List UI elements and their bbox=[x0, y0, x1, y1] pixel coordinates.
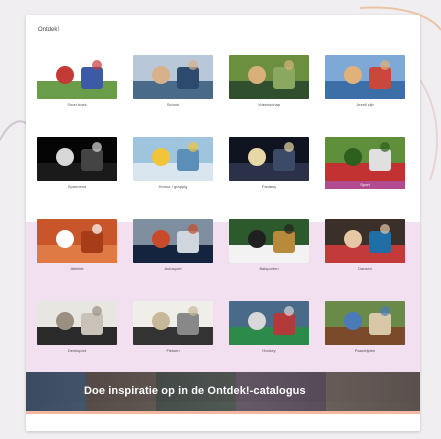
banner-text: Doe inspiratie op in de Ontdek!-catalogu… bbox=[84, 385, 306, 397]
category-tile[interactable]: Spannend bbox=[37, 137, 117, 189]
category-tile[interactable]: Dansen bbox=[325, 219, 405, 271]
category-thumbnail bbox=[229, 55, 309, 99]
category-thumbnail bbox=[133, 55, 213, 99]
category-tile[interactable]: Jezelf zijn bbox=[325, 55, 405, 107]
category-tile[interactable]: Atletiek bbox=[37, 219, 117, 271]
category-label: Humor / grappig bbox=[158, 184, 188, 189]
category-label: Fantasy bbox=[261, 184, 277, 189]
category-tile[interactable]: Hockey bbox=[229, 301, 309, 353]
category-thumbnail bbox=[325, 55, 405, 99]
category-tile[interactable]: School bbox=[133, 55, 213, 107]
category-label: Fietsen bbox=[166, 348, 180, 353]
category-tile[interactable]: Vriendschap bbox=[229, 55, 309, 107]
category-label: Hockey bbox=[262, 348, 276, 353]
category-thumbnail bbox=[37, 301, 117, 345]
category-label: Autosport bbox=[164, 266, 182, 271]
category-tile[interactable]: Soort boek bbox=[37, 55, 117, 107]
category-label: Sport bbox=[325, 181, 405, 189]
category-tile[interactable]: Humor / grappig bbox=[133, 137, 213, 189]
catalog-banner[interactable]: Doe inspiratie op in de Ontdek!-catalogu… bbox=[26, 372, 420, 411]
category-tile[interactable]: Sport bbox=[325, 137, 405, 189]
footer-bar bbox=[26, 411, 420, 431]
category-label: Vriendschap bbox=[257, 102, 281, 107]
category-thumbnail bbox=[229, 219, 309, 263]
category-label: Spannend bbox=[67, 184, 87, 189]
category-thumbnail bbox=[133, 301, 213, 345]
category-thumbnail bbox=[37, 137, 117, 181]
category-label: Soort boek bbox=[67, 102, 87, 107]
category-thumbnail bbox=[325, 137, 405, 181]
category-thumbnail bbox=[229, 301, 309, 345]
category-label: School bbox=[166, 102, 180, 107]
category-thumbnail bbox=[229, 137, 309, 181]
category-thumbnail bbox=[37, 55, 117, 99]
category-tile[interactable]: Balsporten bbox=[229, 219, 309, 271]
category-label: Dansen bbox=[358, 266, 372, 271]
category-thumbnail bbox=[133, 219, 213, 263]
category-label: Atletiek bbox=[70, 266, 84, 271]
category-label: Balsporten bbox=[259, 266, 279, 271]
category-label: Denksport bbox=[67, 348, 87, 353]
category-thumbnail bbox=[37, 219, 117, 263]
category-label: Jezelf zijn bbox=[356, 102, 374, 107]
category-tile[interactable]: Paardrijden bbox=[325, 301, 405, 353]
card-title: Ontdek! bbox=[38, 27, 60, 33]
ontdek-card: Ontdek! Soort boek School Vriendschap Jezel… bbox=[26, 15, 420, 431]
category-tile[interactable]: Denksport bbox=[37, 301, 117, 353]
category-label: Paardrijden bbox=[354, 348, 376, 353]
category-thumbnail bbox=[133, 137, 213, 181]
category-tile[interactable]: Fantasy bbox=[229, 137, 309, 189]
category-thumbnail bbox=[325, 219, 405, 263]
category-tile[interactable]: Autosport bbox=[133, 219, 213, 271]
category-tile[interactable]: Fietsen bbox=[133, 301, 213, 353]
footer-accent-line bbox=[26, 411, 420, 414]
category-thumbnail bbox=[325, 301, 405, 345]
